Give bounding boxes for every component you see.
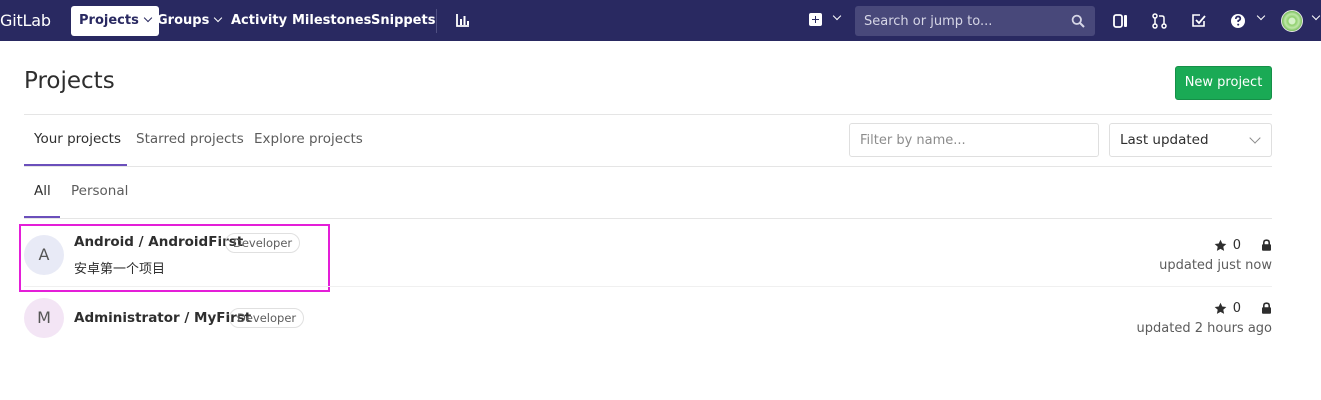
lock-icon (1262, 239, 1271, 251)
search-input[interactable] (855, 6, 1095, 36)
divider (24, 114, 1272, 115)
star-count[interactable]: 0 (1233, 238, 1241, 253)
chevron-down-icon (832, 11, 842, 21)
chart-icon[interactable] (456, 13, 470, 27)
nav-groups-label: Groups (157, 13, 210, 28)
nav-snippets[interactable]: Snippets (371, 6, 435, 36)
nav-divider (436, 9, 437, 33)
nav-milestones[interactable]: Milestones (292, 6, 371, 36)
subtab-personal[interactable]: Personal (71, 183, 128, 199)
search-icon[interactable] (1071, 14, 1085, 28)
updated-timestamp: updated just now (1159, 258, 1272, 273)
filter-by-name-input[interactable] (849, 123, 1099, 157)
sidebar-panel-icon[interactable] (1112, 12, 1130, 30)
role-badge: Developer (229, 308, 305, 328)
project-name-link[interactable]: Administrator / MyFirst (74, 310, 251, 326)
nav-projects-label: Projects (79, 13, 139, 28)
divider (24, 166, 1272, 167)
page-title: Projects (24, 68, 115, 94)
nav-activity[interactable]: Activity (231, 6, 287, 36)
tab-explore-projects[interactable]: Explore projects (254, 131, 363, 147)
chevron-down-icon[interactable] (1256, 11, 1266, 21)
subtab-all[interactable]: All (34, 183, 51, 199)
sort-dropdown[interactable]: Last updated (1109, 123, 1272, 157)
gitlab-logo[interactable]: GitLab (0, 11, 51, 30)
project-stats: 0 (1214, 300, 1272, 316)
project-stats: 0 (1214, 237, 1272, 253)
chevron-down-icon[interactable] (1311, 11, 1321, 21)
nav-groups-dropdown[interactable]: Groups (157, 6, 223, 36)
nav-projects-dropdown[interactable]: Projects (71, 6, 159, 36)
star-icon[interactable] (1214, 239, 1227, 252)
star-icon[interactable] (1214, 302, 1227, 315)
top-navbar: GitLab Projects Groups Activity Mileston… (0, 0, 1321, 41)
new-project-button[interactable]: New project (1175, 66, 1272, 100)
help-icon[interactable] (1230, 12, 1248, 30)
chevron-down-icon (214, 13, 223, 23)
sort-selected-value: Last updated (1120, 132, 1209, 148)
search-box (855, 6, 1095, 36)
merge-request-icon[interactable] (1151, 12, 1169, 30)
tab-starred-projects[interactable]: Starred projects (136, 131, 244, 147)
star-count[interactable]: 0 (1233, 301, 1241, 316)
project-avatar[interactable]: M (24, 298, 64, 338)
lock-icon (1262, 302, 1271, 314)
user-avatar[interactable] (1281, 10, 1303, 32)
row-divider (24, 286, 1272, 287)
divider (24, 218, 1272, 219)
updated-timestamp: updated 2 hours ago (1136, 321, 1272, 336)
chevron-down-icon (143, 13, 153, 23)
tab-your-projects[interactable]: Your projects (34, 131, 121, 147)
chevron-down-icon (1249, 132, 1261, 144)
highlight-annotation-box (19, 224, 330, 292)
new-item-dropdown[interactable] (808, 11, 842, 30)
plus-icon (809, 13, 822, 26)
todo-check-icon[interactable] (1190, 12, 1208, 30)
